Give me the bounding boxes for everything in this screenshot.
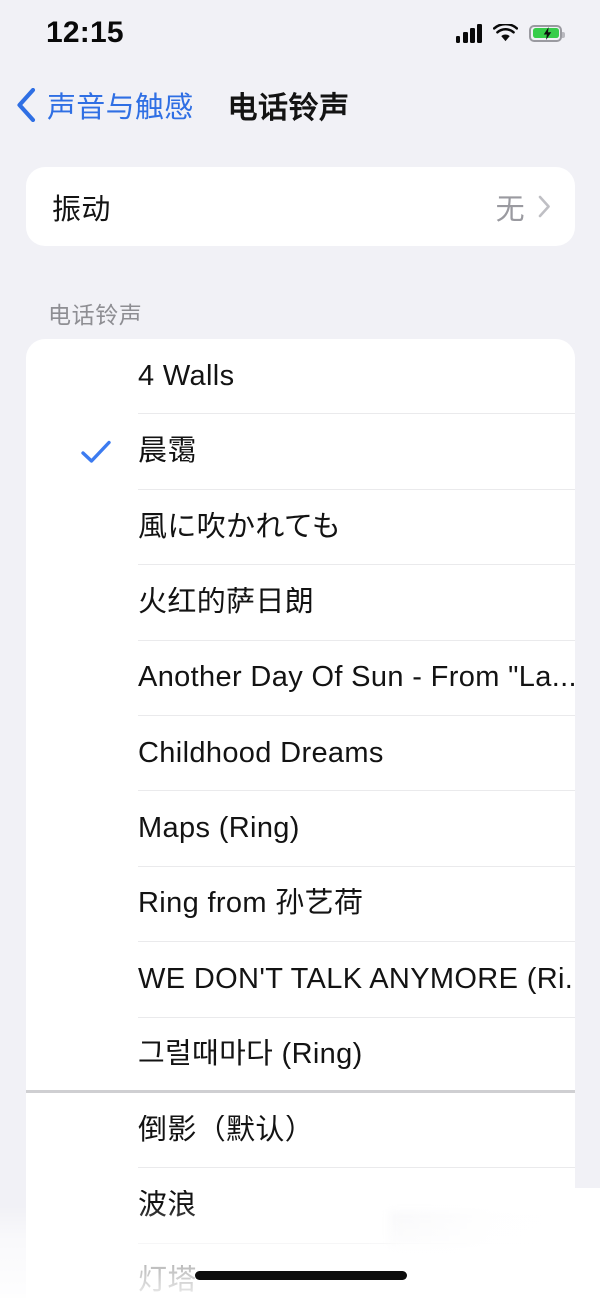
ringtone-row[interactable]: Childhood Dreams xyxy=(26,716,575,792)
ringtone-list-card: 4 Walls 晨霭風に吹かれても 火红的萨日朗 Another Day Of Sun… xyxy=(26,339,575,1298)
ringtone-row[interactable]: 倒影（默认） xyxy=(26,1093,575,1169)
ringtone-name: 灯塔 xyxy=(138,1265,197,1297)
page-title: 电话铃声 xyxy=(227,92,350,125)
ringtone-name: 4 Walls xyxy=(138,360,235,392)
ringtone-row[interactable]: Another Day Of Sun - From "La... xyxy=(26,641,575,716)
phone-screen: 12:15 声音与触感 电话铃声 振动 无 电话铃声 4 Walls 晨霭 風に… xyxy=(0,0,600,1298)
ringtone-row[interactable]: 그럴때마다 (Ring) xyxy=(26,1018,575,1093)
ringtone-row[interactable]: 波浪 xyxy=(26,1168,575,1244)
chevron-left-icon xyxy=(17,88,36,122)
vibration-label: 振动 xyxy=(52,193,111,226)
chevron-right-icon xyxy=(538,195,550,218)
ringtone-name: Ring from 孙艺荷 xyxy=(138,888,364,920)
status-bar-time: 12:15 xyxy=(46,16,124,49)
ringtone-name: Childhood Dreams xyxy=(138,737,384,769)
ringtone-list: 4 Walls 晨霭風に吹かれても 火红的萨日朗 Another Day Of Sun… xyxy=(26,339,575,1298)
ringtone-row[interactable]: 4 Walls xyxy=(26,339,575,415)
ringtone-name: Another Day Of Sun - From "La... xyxy=(138,662,575,694)
battery-charging-icon xyxy=(529,24,565,42)
ringtone-name: Maps (Ring) xyxy=(138,813,300,845)
status-bar: 12:15 xyxy=(0,0,600,66)
ringtone-name: 波浪 xyxy=(138,1190,197,1222)
vibration-card: 振动 无 xyxy=(26,167,575,246)
ringtone-section-header: 电话铃声 xyxy=(48,302,143,328)
vibration-row[interactable]: 振动 无 xyxy=(26,167,575,246)
ringtone-row[interactable]: Maps (Ring) xyxy=(26,791,575,867)
vibration-value: 无 xyxy=(495,193,525,226)
navigation-bar: 声音与触感 电话铃声 xyxy=(0,66,600,144)
back-button-label: 声音与触感 xyxy=(47,92,194,124)
status-bar-indicators xyxy=(455,23,565,43)
cellular-signal-icon xyxy=(455,23,482,43)
wifi-icon xyxy=(493,23,518,41)
ringtone-check-slot xyxy=(26,440,138,464)
vibration-row-accessory: 无 xyxy=(496,186,551,228)
ringtone-row[interactable]: 風に吹かれても xyxy=(26,490,575,566)
ringtone-name: 風に吹かれても xyxy=(138,511,342,543)
ringtone-name: 火红的萨日朗 xyxy=(138,586,315,618)
ringtone-name: WE DON'T TALK ANYMORE (Ri... xyxy=(138,963,575,995)
ringtone-name: 晨霭 xyxy=(138,436,197,468)
ringtone-name: 倒影（默认） xyxy=(138,1114,315,1146)
ringtone-name: 그럴때마다 (Ring) xyxy=(138,1039,363,1071)
ringtone-row[interactable]: Ring from 孙艺荷 xyxy=(26,867,575,943)
home-indicator[interactable] xyxy=(195,1271,407,1280)
ringtone-row[interactable]: 晨霭 xyxy=(26,414,575,490)
ringtone-row[interactable]: 火红的萨日朗 xyxy=(26,565,575,641)
ringtone-row[interactable]: WE DON'T TALK ANYMORE (Ri... xyxy=(26,942,575,1018)
checkmark-icon xyxy=(81,440,111,463)
back-button[interactable]: 声音与触感 xyxy=(16,84,194,126)
